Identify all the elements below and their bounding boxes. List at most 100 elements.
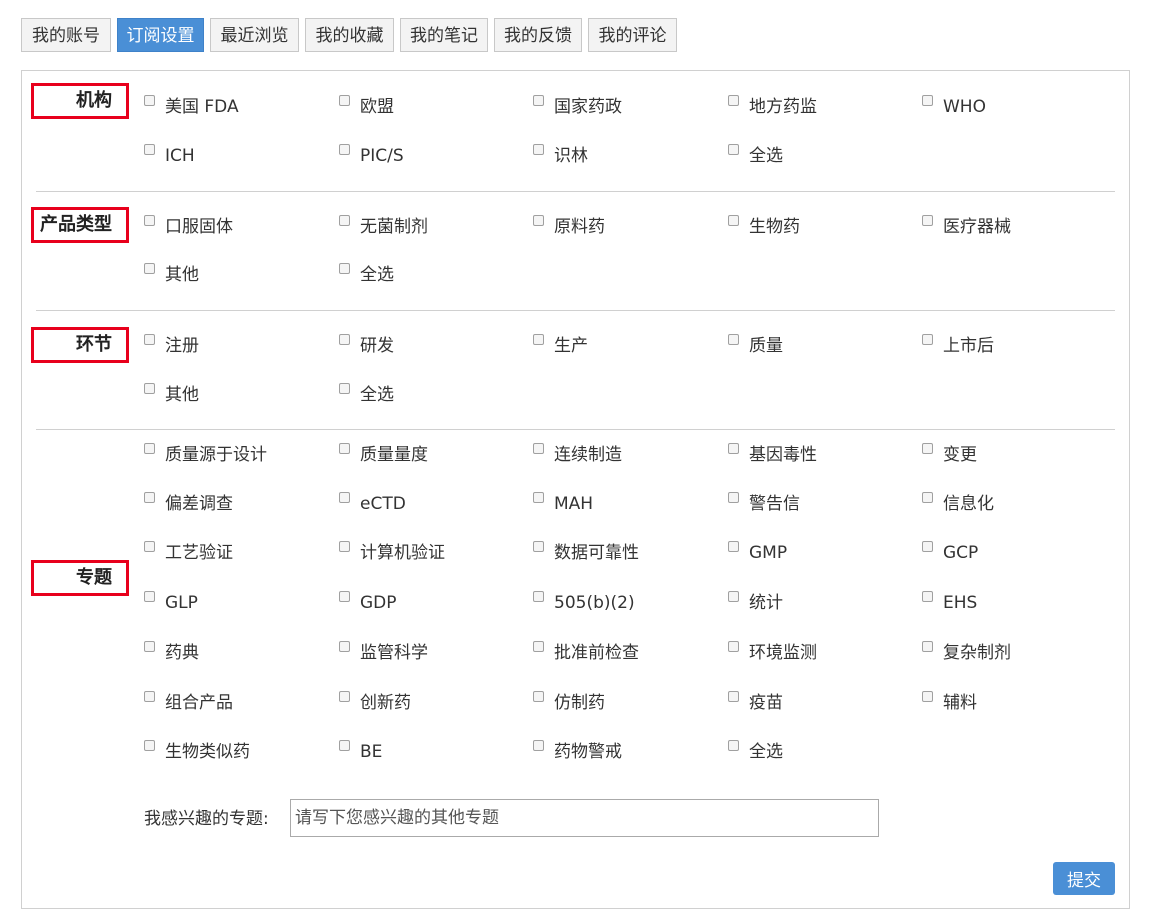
checkbox[interactable] <box>144 541 155 552</box>
tab-recent-views[interactable]: 最近浏览 <box>210 18 299 52</box>
option-topic[interactable]: 药物警戒 <box>533 740 622 764</box>
option-topic[interactable]: 质量源于设计 <box>144 443 267 467</box>
option-topic[interactable]: BE <box>339 740 382 764</box>
option-topic[interactable]: 质量量度 <box>339 443 428 467</box>
option-topic[interactable]: 批准前检查 <box>533 641 639 665</box>
option-topic[interactable]: 仿制药 <box>533 691 605 715</box>
checkbox[interactable] <box>144 215 155 226</box>
tab-my-notes[interactable]: 我的笔记 <box>400 18 488 52</box>
checkbox[interactable] <box>728 641 739 652</box>
checkbox[interactable] <box>728 144 739 155</box>
option-topic[interactable]: 辅料 <box>922 691 977 715</box>
option-agency-eu[interactable]: 欧盟 <box>339 95 394 119</box>
option-rnd[interactable]: 研发 <box>339 334 394 358</box>
checkbox[interactable] <box>339 740 350 751</box>
option-topic[interactable]: 创新药 <box>339 691 411 715</box>
checkbox[interactable] <box>922 541 933 552</box>
checkbox[interactable] <box>728 591 739 602</box>
checkbox[interactable] <box>728 740 739 751</box>
option-quality[interactable]: 质量 <box>728 334 783 358</box>
option-topic-select-all[interactable]: 全选 <box>728 740 783 764</box>
checkbox[interactable] <box>922 95 933 106</box>
checkbox[interactable] <box>533 95 544 106</box>
option-topic[interactable]: 计算机验证 <box>339 541 445 565</box>
checkbox[interactable] <box>728 334 739 345</box>
checkbox[interactable] <box>533 541 544 552</box>
option-topic[interactable]: GLP <box>144 591 198 615</box>
checkbox[interactable] <box>144 383 155 394</box>
checkbox[interactable] <box>922 641 933 652</box>
checkbox[interactable] <box>922 691 933 702</box>
option-topic[interactable]: 505(b)(2) <box>533 591 635 615</box>
checkbox[interactable] <box>144 95 155 106</box>
option-topic[interactable]: 数据可靠性 <box>533 541 639 565</box>
checkbox[interactable] <box>339 541 350 552</box>
option-agency-shilin[interactable]: 识林 <box>533 144 588 168</box>
option-topic[interactable]: 警告信 <box>728 492 800 516</box>
checkbox[interactable] <box>728 541 739 552</box>
option-topic[interactable]: 变更 <box>922 443 977 467</box>
checkbox[interactable] <box>339 641 350 652</box>
option-production[interactable]: 生产 <box>533 334 588 358</box>
option-agency-who[interactable]: WHO <box>922 95 986 119</box>
checkbox[interactable] <box>728 492 739 503</box>
option-topic[interactable]: GMP <box>728 541 787 565</box>
option-product-other[interactable]: 其他 <box>144 263 199 287</box>
checkbox[interactable] <box>144 263 155 274</box>
submit-button[interactable]: 提交 <box>1053 862 1115 895</box>
option-topic[interactable]: 统计 <box>728 591 783 615</box>
checkbox[interactable] <box>533 641 544 652</box>
option-medical-device[interactable]: 医疗器械 <box>922 215 1011 239</box>
checkbox[interactable] <box>533 691 544 702</box>
option-topic[interactable]: EHS <box>922 591 977 615</box>
checkbox[interactable] <box>339 383 350 394</box>
tab-my-favorites[interactable]: 我的收藏 <box>305 18 394 52</box>
checkbox[interactable] <box>728 443 739 454</box>
option-agency-local[interactable]: 地方药监 <box>728 95 817 119</box>
checkbox[interactable] <box>533 740 544 751</box>
checkbox[interactable] <box>728 95 739 106</box>
option-topic[interactable]: 环境监测 <box>728 641 817 665</box>
checkbox[interactable] <box>144 740 155 751</box>
option-registration[interactable]: 注册 <box>144 334 199 358</box>
checkbox[interactable] <box>922 492 933 503</box>
checkbox[interactable] <box>922 215 933 226</box>
option-agency-pics[interactable]: PIC/S <box>339 144 404 168</box>
interest-input[interactable] <box>290 799 879 837</box>
checkbox[interactable] <box>144 334 155 345</box>
option-post-market[interactable]: 上市后 <box>922 334 994 358</box>
checkbox[interactable] <box>144 691 155 702</box>
checkbox[interactable] <box>339 691 350 702</box>
checkbox[interactable] <box>339 492 350 503</box>
option-topic[interactable]: 偏差调查 <box>144 492 233 516</box>
checkbox[interactable] <box>339 443 350 454</box>
option-stage-other[interactable]: 其他 <box>144 383 199 407</box>
checkbox[interactable] <box>144 492 155 503</box>
option-topic[interactable]: 监管科学 <box>339 641 428 665</box>
checkbox[interactable] <box>533 215 544 226</box>
option-sterile[interactable]: 无菌制剂 <box>339 215 428 239</box>
checkbox[interactable] <box>922 443 933 454</box>
checkbox[interactable] <box>144 591 155 602</box>
option-biologics[interactable]: 生物药 <box>728 215 800 239</box>
checkbox[interactable] <box>339 95 350 106</box>
checkbox[interactable] <box>144 443 155 454</box>
option-topic[interactable]: GCP <box>922 541 978 565</box>
option-topic[interactable]: 基因毒性 <box>728 443 817 467</box>
option-agency-ich[interactable]: ICH <box>144 144 195 168</box>
checkbox[interactable] <box>144 641 155 652</box>
tab-my-account[interactable]: 我的账号 <box>21 18 111 52</box>
option-product-select-all[interactable]: 全选 <box>339 263 394 287</box>
option-topic[interactable]: 信息化 <box>922 492 994 516</box>
option-agency-select-all[interactable]: 全选 <box>728 144 783 168</box>
checkbox[interactable] <box>728 215 739 226</box>
checkbox[interactable] <box>533 334 544 345</box>
checkbox[interactable] <box>922 334 933 345</box>
checkbox[interactable] <box>339 144 350 155</box>
option-topic[interactable]: eCTD <box>339 492 406 516</box>
checkbox[interactable] <box>339 591 350 602</box>
checkbox[interactable] <box>339 263 350 274</box>
checkbox[interactable] <box>533 144 544 155</box>
option-topic[interactable]: 复杂制剂 <box>922 641 1011 665</box>
option-agency-national[interactable]: 国家药政 <box>533 95 622 119</box>
